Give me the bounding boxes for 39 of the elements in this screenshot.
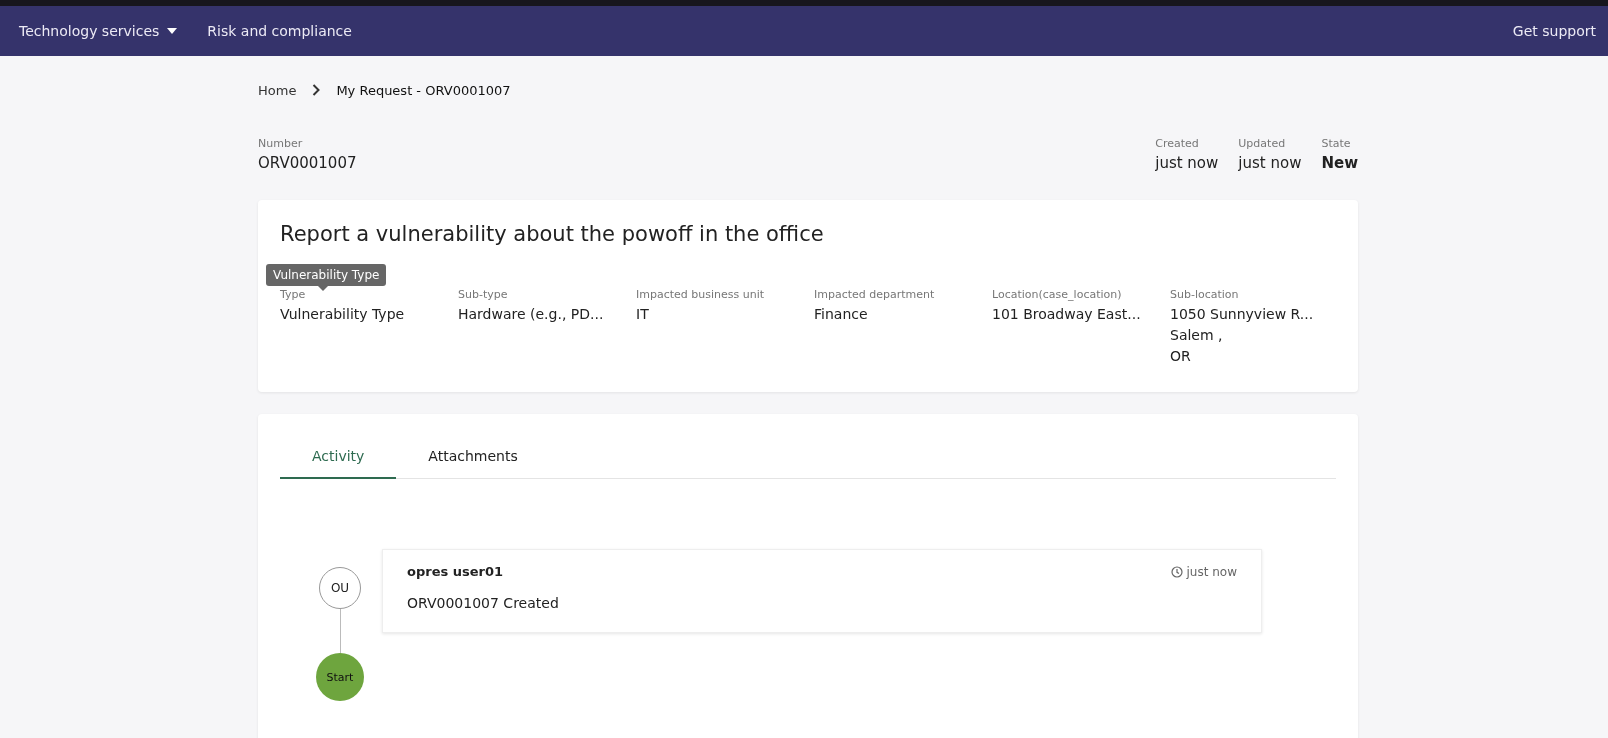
timestamp: just now	[1186, 564, 1237, 579]
nav-link[interactable]: Risk and compliance	[207, 23, 352, 39]
request-title: Report a vulnerability about the powoff in the office	[280, 222, 825, 246]
tab[interactable]: Attachments	[396, 436, 550, 479]
support-link[interactable]: Get support	[1512, 23, 1596, 39]
start-marker: Start	[316, 653, 364, 701]
tooltip-pointer-icon	[318, 286, 328, 291]
field-label: Created	[1155, 137, 1200, 150]
user-name: opres user01	[407, 564, 504, 579]
tab[interactable]: Activity	[280, 436, 397, 479]
tooltip: Vulnerability Type	[266, 264, 387, 291]
field-value: OR	[1170, 348, 1192, 364]
field-label: Sub-type	[458, 288, 508, 301]
field-value: Hardware (e.g., PD...	[458, 306, 605, 322]
field-value: Salem ,	[1170, 327, 1224, 343]
field-label: Impacted business unit	[636, 288, 765, 301]
clock-icon	[1170, 565, 1183, 578]
field-value: 101 Broadway East...	[992, 306, 1142, 322]
field-label: Location(case_location)	[992, 288, 1122, 301]
field-value: New	[1321, 154, 1358, 172]
field-label: Sub-location	[1170, 288, 1239, 301]
field-value: just now	[1238, 154, 1302, 172]
activity-text: ORV0001007 Created	[407, 595, 560, 611]
field-value: IT	[636, 306, 650, 322]
nav-link[interactable]: Technology services	[19, 23, 178, 39]
breadcrumb-link[interactable]: My Request - ORV0001007	[336, 82, 511, 98]
field-value: Vulnerability Type	[280, 306, 406, 322]
field-value: 1050 Sunnyview R...	[1170, 306, 1315, 322]
field-label: State	[1321, 137, 1352, 150]
field-label: Updated	[1238, 137, 1287, 150]
field-label: Type	[280, 288, 306, 301]
field-value: just now	[1155, 154, 1219, 172]
chevron-right-icon	[312, 84, 321, 96]
field-label: Number	[258, 137, 304, 150]
breadcrumb-link[interactable]: Home	[258, 82, 297, 98]
field-value: Finance	[814, 306, 869, 322]
user-avatar: OU	[319, 567, 361, 609]
field-label: Impacted department	[814, 288, 935, 301]
request-number: ORV0001007	[258, 154, 357, 172]
